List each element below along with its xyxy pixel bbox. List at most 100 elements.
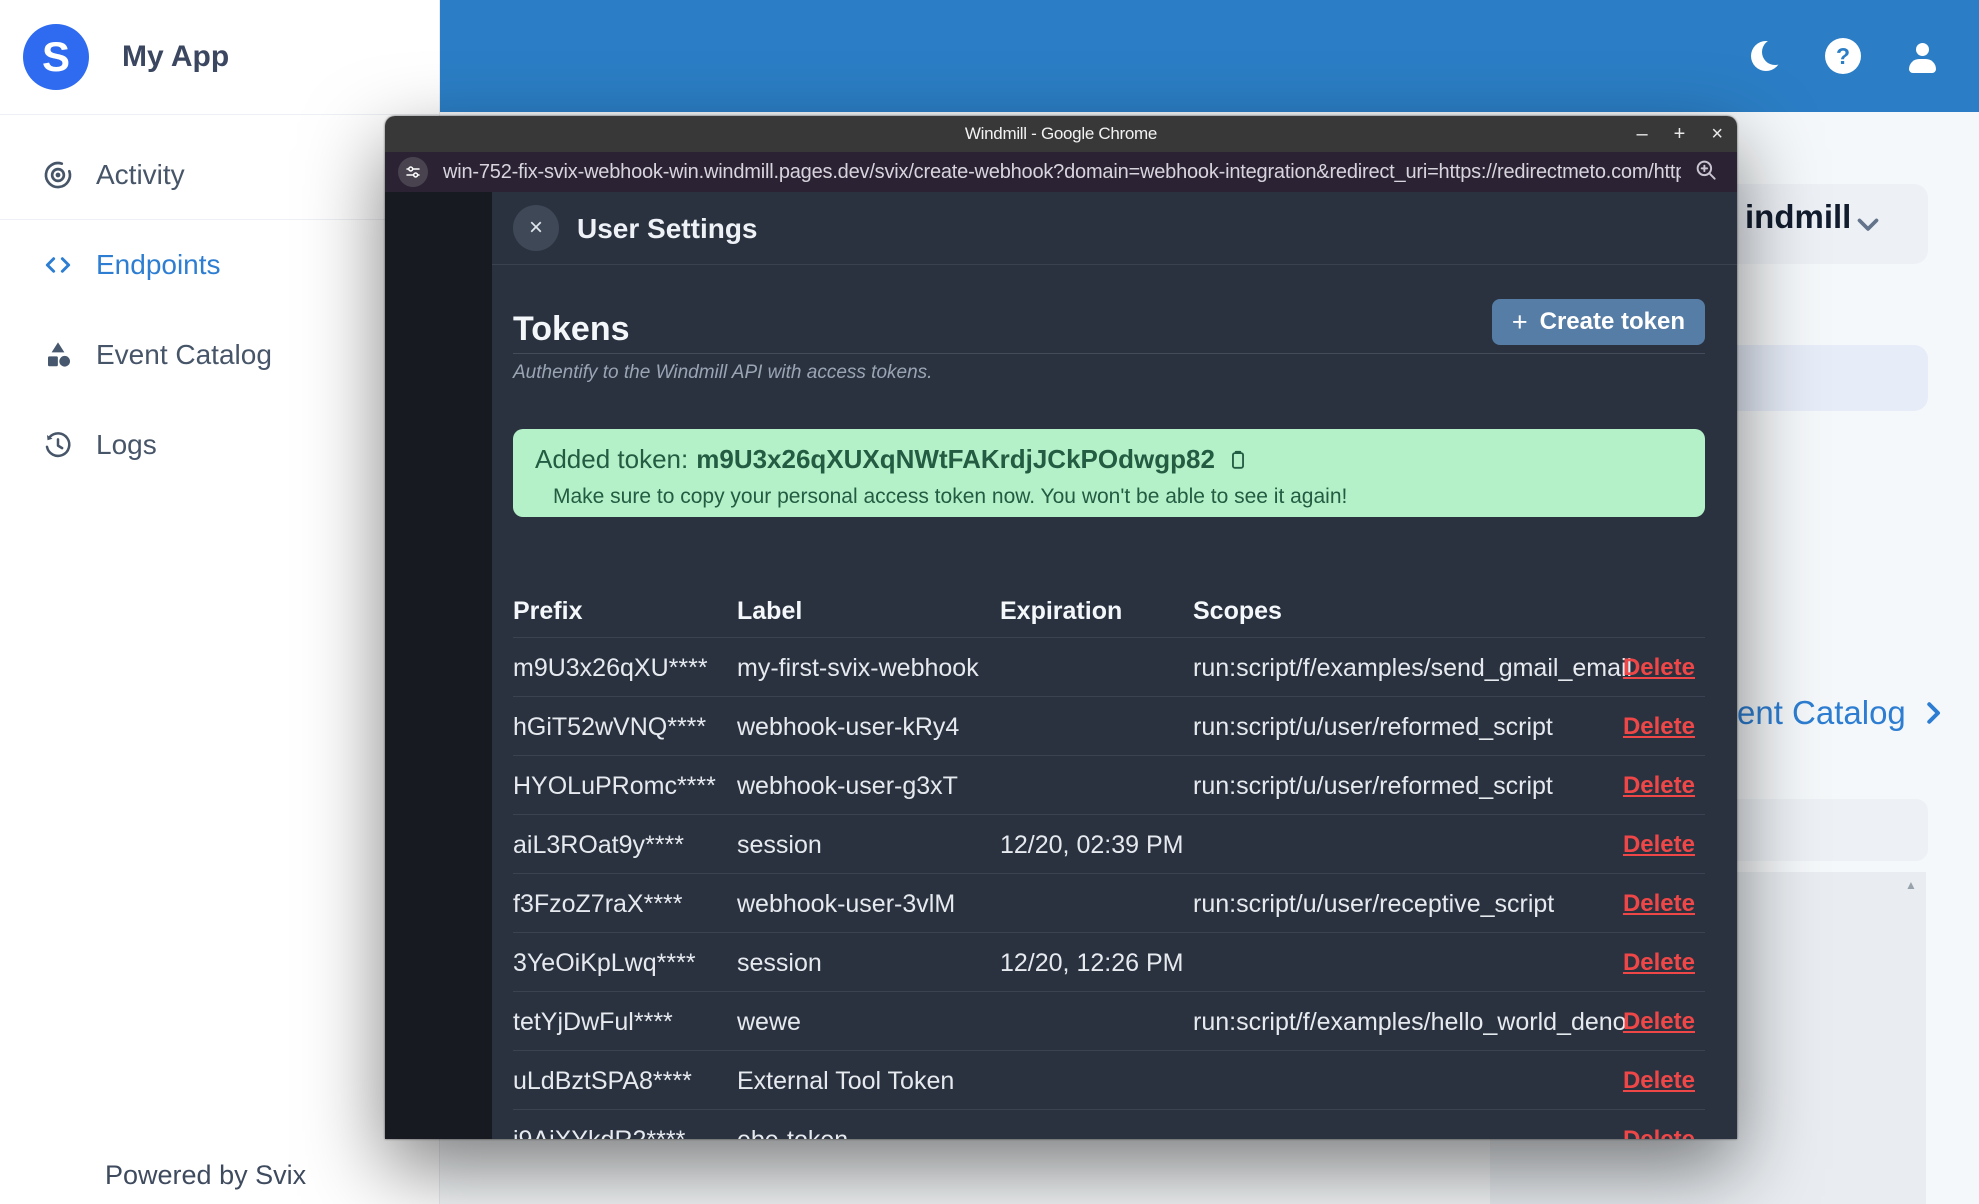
token-prefix: tetYjDwFul**** [513, 1008, 673, 1036]
clock-history-icon [42, 429, 74, 461]
token-table-row: aiL3ROat9y**** session 12/20, 02:39 PM D… [513, 814, 1705, 873]
token-prefix: 3YeOiKpLwq**** [513, 949, 696, 977]
chrome-window: Windmill - Google Chrome – + × win-752-f… [385, 116, 1737, 1139]
token-table-row: i9AiXYkdR2**** ebe-token Delete [513, 1109, 1705, 1139]
url-text[interactable]: win-752-fix-svix-webhook-win.windmill.pa… [443, 161, 1681, 184]
code-brackets-icon [42, 249, 74, 281]
sidebar-item-activity[interactable]: Activity [0, 130, 439, 220]
token-label: session [737, 949, 822, 977]
page-dim-overlay: × User Settings Tokens + Create token Au… [385, 192, 1737, 1139]
sidebar: S My App Activity Endpoints Event Catalo… [0, 0, 440, 1204]
help-icon[interactable]: ? [1825, 38, 1861, 74]
user-avatar-icon[interactable] [1905, 39, 1939, 73]
token-table-row: m9U3x26qXU**** my-first-svix-webhook run… [513, 637, 1705, 696]
sidebar-item-logs[interactable]: Logs [0, 400, 439, 490]
app-title: My App [122, 40, 230, 73]
token-prefix: HYOLuPRomc**** [513, 772, 716, 800]
token-scopes: run:script/f/examples/send_gmail_email [1193, 654, 1633, 682]
close-icon[interactable]: × [513, 205, 559, 251]
token-scopes: run:script/u/user/reformed_script [1193, 772, 1553, 800]
token-scopes: run:script/u/user/receptive_script [1193, 890, 1555, 918]
delete-token-link[interactable]: Delete [1623, 772, 1695, 800]
window-controls: – + × [1637, 116, 1724, 152]
url-bar[interactable]: win-752-fix-svix-webhook-win.windmill.pa… [385, 152, 1737, 192]
token-label: webhook-user-3vlM [737, 890, 956, 918]
delete-token-link[interactable]: Delete [1623, 890, 1695, 918]
app-header-icons: ? [1751, 0, 1939, 112]
tokens-table-header: Prefix Label Expiration Scopes [513, 585, 1705, 637]
tokens-subtitle: Authentify to the Windmill API with acce… [513, 362, 933, 383]
column-prefix: Prefix [513, 597, 583, 625]
token-scopes: run:script/f/examples/hello_world_deno [1193, 1008, 1627, 1036]
sidebar-item-label: Event Catalog [96, 339, 272, 370]
user-head [1915, 43, 1929, 56]
event-catalog-link[interactable]: ent Catalog [1737, 694, 1948, 732]
token-table-row: HYOLuPRomc**** webhook-user-g3xT run:scr… [513, 755, 1705, 814]
user-settings-modal: × User Settings Tokens + Create token Au… [492, 192, 1737, 1139]
token-label: my-first-svix-webhook [737, 654, 979, 682]
added-token-alert: Added token: m9U3x26qXUXqNWtFAKrdjJCkPOd… [513, 429, 1705, 517]
scroll-up-arrow-icon[interactable]: ▲ [1905, 878, 1917, 892]
event-catalog-link-label: ent Catalog [1737, 694, 1906, 731]
user-torso [1908, 59, 1936, 73]
token-prefix: aiL3ROat9y**** [513, 831, 684, 859]
token-label: webhook-user-g3xT [737, 772, 958, 800]
token-label: webhook-user-kRy4 [737, 713, 960, 741]
maximize-button[interactable]: + [1674, 124, 1686, 144]
shapes-icon [42, 339, 74, 371]
token-expiration: 12/20, 12:26 PM [1000, 949, 1184, 977]
svix-logo-icon: S [23, 24, 89, 90]
plus-icon: + [1511, 306, 1528, 337]
copy-clipboard-icon[interactable] [1227, 448, 1249, 472]
minimize-button[interactable]: – [1637, 124, 1648, 144]
delete-token-link[interactable]: Delete [1623, 949, 1695, 977]
token-label: session [737, 831, 822, 859]
powered-by-svix: Powered by Svix [105, 1160, 307, 1190]
delete-token-link[interactable]: Delete [1623, 713, 1695, 741]
token-table-row: tetYjDwFul**** wewe run:script/f/example… [513, 991, 1705, 1050]
sidebar-header: S My App [0, 0, 439, 115]
token-table-row: hGiT52wVNQ**** webhook-user-kRy4 run:scr… [513, 696, 1705, 755]
modal-header: × User Settings [492, 192, 1737, 265]
activity-gauge-icon [42, 159, 74, 191]
sidebar-item-label: Endpoints [96, 249, 221, 280]
dark-mode-moon-icon[interactable] [1751, 41, 1781, 71]
window-titlebar[interactable]: Windmill - Google Chrome – + × [385, 116, 1737, 152]
sidebar-item-event-catalog[interactable]: Event Catalog [0, 310, 439, 400]
delete-token-link[interactable]: Delete [1623, 831, 1695, 859]
delete-token-link[interactable]: Delete [1623, 1008, 1695, 1036]
column-scopes: Scopes [1193, 597, 1282, 625]
sidebar-item-label: Logs [96, 429, 157, 460]
token-table-row: uLdBztSPA8**** External Tool Token Delet… [513, 1050, 1705, 1109]
added-token-label: Added token: [535, 444, 689, 474]
workspace-name[interactable]: indmill [1745, 198, 1851, 236]
zoom-magnifier-icon[interactable] [1693, 157, 1719, 188]
token-prefix: uLdBztSPA8**** [513, 1067, 692, 1095]
delete-token-link[interactable]: Delete [1623, 1067, 1695, 1095]
delete-token-link[interactable]: Delete [1623, 654, 1695, 682]
token-copy-warning: Make sure to copy your personal access t… [553, 485, 1348, 508]
token-prefix: i9AiXYkdR2**** [513, 1126, 685, 1139]
create-token-label: Create token [1539, 308, 1685, 335]
section-divider [513, 353, 1705, 354]
token-prefix: m9U3x26qXU**** [513, 654, 708, 682]
site-settings-icon[interactable] [398, 157, 428, 187]
create-token-button[interactable]: + Create token [1491, 299, 1705, 345]
token-prefix: hGiT52wVNQ**** [513, 713, 707, 741]
column-expiration: Expiration [1000, 597, 1123, 625]
token-prefix: f3FzoZ7raX**** [513, 890, 683, 918]
delete-token-link[interactable]: Delete [1623, 1126, 1695, 1139]
tokens-section-title: Tokens [513, 310, 630, 348]
sidebar-nav: Activity Endpoints Event Catalog Logs [0, 130, 439, 490]
modal-title: User Settings [577, 213, 758, 244]
token-value: m9U3x26qXUXqNWtFAKrdjJCkPOdwgp82 [696, 444, 1215, 474]
token-table-row: 3YeOiKpLwq**** session 12/20, 12:26 PM D… [513, 932, 1705, 991]
sidebar-item-endpoints[interactable]: Endpoints [0, 220, 439, 310]
screen: ? indmill ent Catalog ▲ S My App Activit… [0, 0, 1979, 1204]
close-window-button[interactable]: × [1711, 124, 1723, 144]
tokens-table: m9U3x26qXU**** my-first-svix-webhook run… [513, 637, 1705, 1139]
chevron-right-icon [1927, 702, 1940, 724]
token-expiration: 12/20, 02:39 PM [1000, 831, 1184, 859]
token-label: ebe-token [737, 1126, 848, 1139]
window-title: Windmill - Google Chrome [964, 124, 1158, 143]
